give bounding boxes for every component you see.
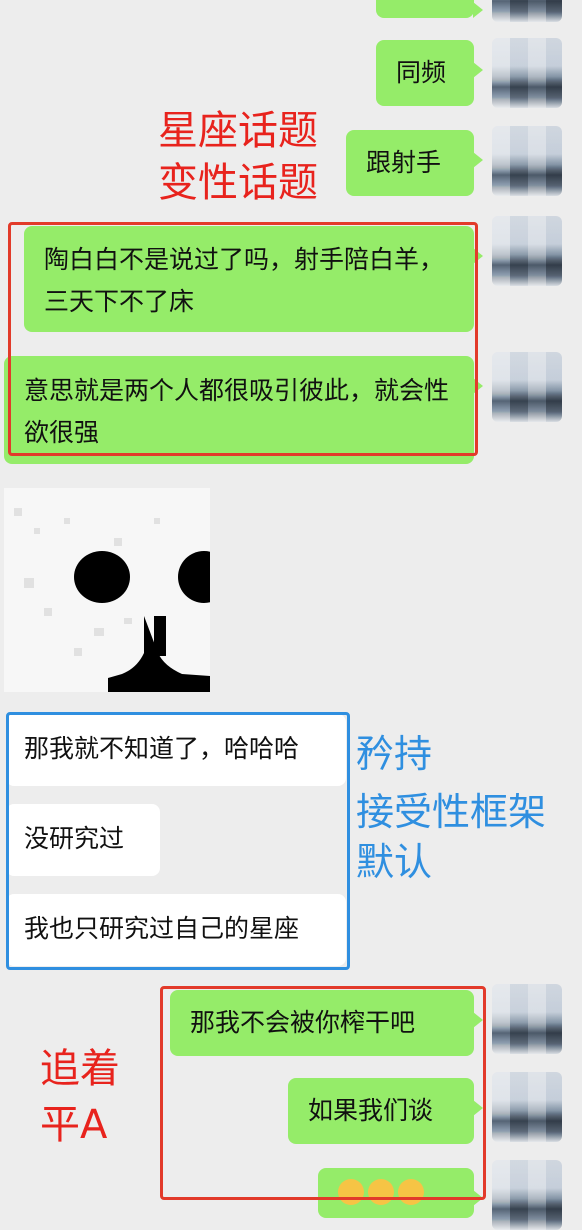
highlight-box-blue	[6, 712, 350, 970]
highlight-box-red	[160, 986, 486, 1200]
avatar[interactable]	[492, 126, 562, 196]
message-bubble-partial[interactable]	[376, 0, 483, 18]
avatar[interactable]	[492, 38, 562, 108]
avatar[interactable]	[492, 984, 562, 1054]
avatar[interactable]	[492, 352, 562, 422]
message-text: 同频	[396, 58, 447, 87]
annotation-topic: 星座话题	[158, 108, 318, 154]
avatar[interactable]	[492, 0, 562, 22]
avatar[interactable]	[492, 1160, 562, 1230]
annotation-topic: 变性话题	[158, 160, 318, 206]
message-text: 跟射手	[366, 148, 442, 177]
avatar[interactable]	[492, 216, 562, 286]
annotation-analysis: 矜持	[356, 732, 433, 776]
highlight-box-red	[8, 222, 478, 456]
annotation-analysis: 默认	[356, 840, 433, 884]
message-bubble[interactable]: 同频	[376, 40, 483, 106]
avatar[interactable]	[492, 1072, 562, 1142]
annotation-comment: 追着	[40, 1046, 120, 1092]
sticker-image[interactable]	[4, 488, 210, 692]
annotation-comment: 平A	[40, 1102, 108, 1148]
sticker-face-icon	[4, 488, 210, 692]
message-bubble[interactable]: 跟射手	[346, 130, 483, 196]
annotation-analysis: 接受性框架	[356, 790, 547, 834]
